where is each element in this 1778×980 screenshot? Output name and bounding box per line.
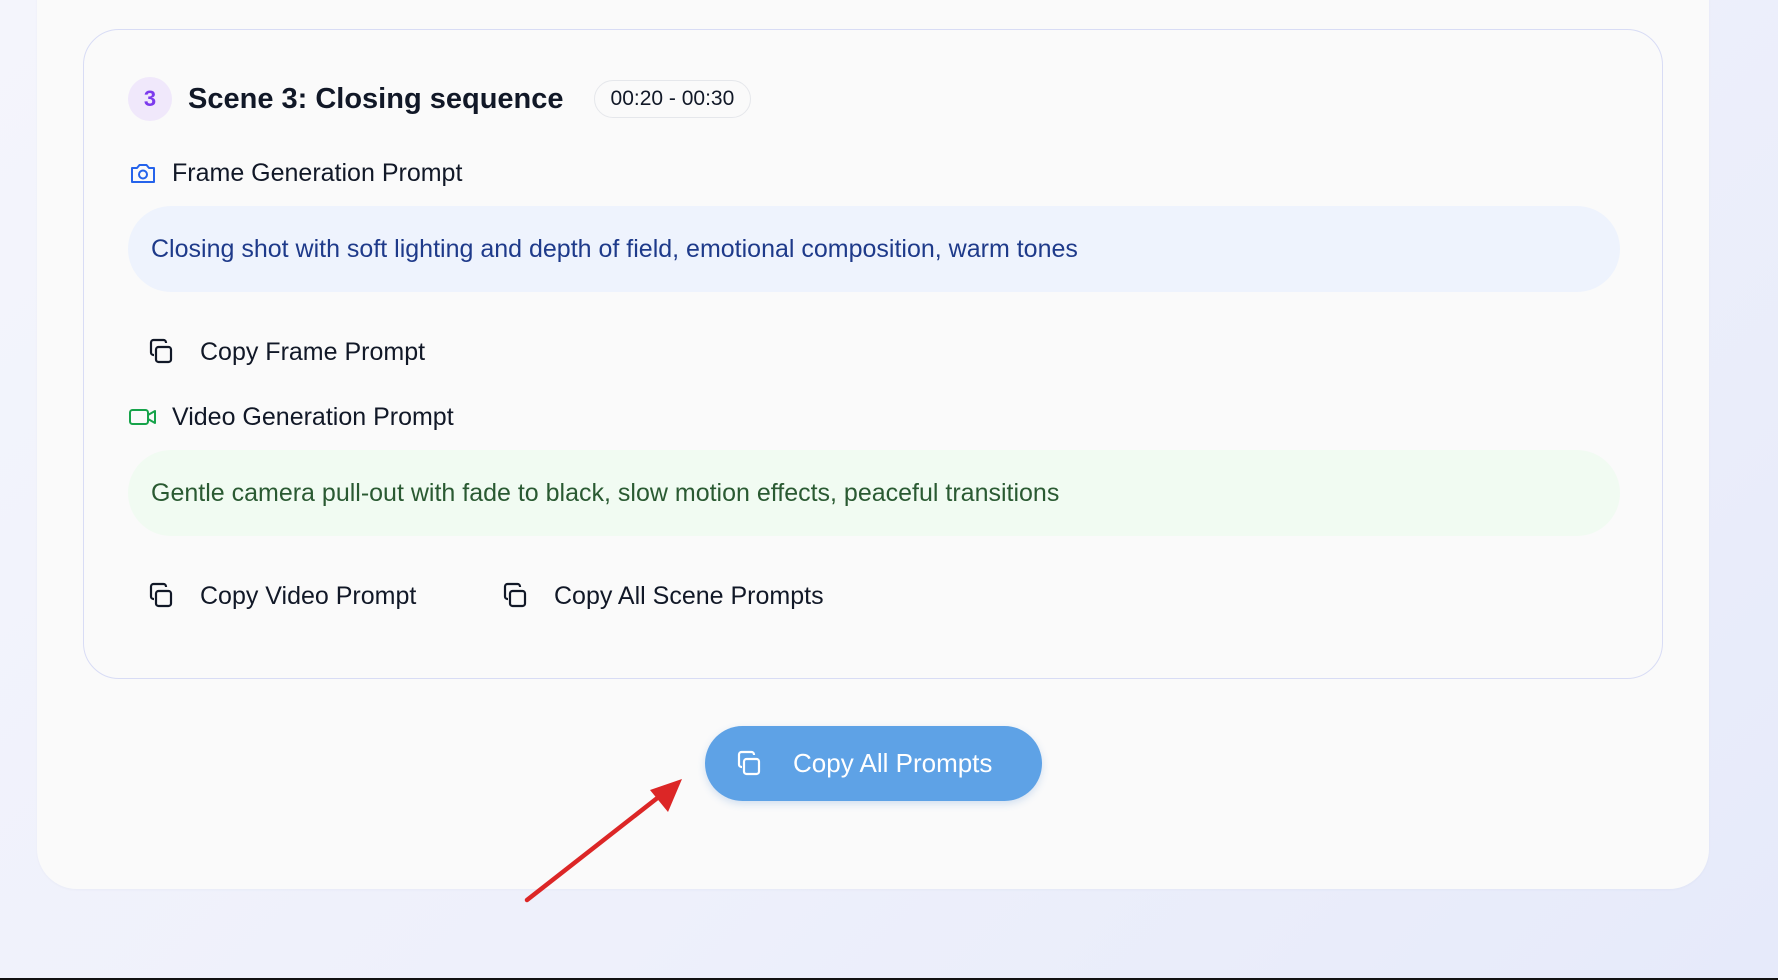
frame-prompt-heading: Frame Generation Prompt: [128, 158, 462, 188]
copy-video-prompt-button[interactable]: Copy Video Prompt: [144, 578, 416, 614]
scene-title: Scene 3: Closing sequence: [188, 82, 564, 115]
copy-all-scene-prompts-label: Copy All Scene Prompts: [554, 581, 824, 610]
scene-number-badge: 3: [128, 77, 172, 121]
annotation-arrow-icon: [524, 779, 682, 903]
frame-prompt-label: Frame Generation Prompt: [172, 158, 463, 187]
copy-icon: [732, 747, 766, 781]
copy-icon: [144, 579, 178, 613]
copy-icon: [144, 335, 178, 369]
copy-video-prompt-label: Copy Video Prompt: [200, 581, 417, 610]
scene-card: 3 Scene 3: Closing sequence 00:20 - 00:3…: [83, 29, 1663, 679]
video-prompt-label: Video Generation Prompt: [172, 402, 454, 431]
camera-icon: [128, 158, 158, 188]
scene-header: 3 Scene 3: Closing sequence 00:20 - 00:3…: [128, 76, 752, 122]
copy-frame-prompt-label: Copy Frame Prompt: [200, 337, 426, 366]
copy-frame-prompt-button[interactable]: Copy Frame Prompt: [144, 334, 425, 370]
copy-all-scene-prompts-button[interactable]: Copy All Scene Prompts: [498, 578, 824, 614]
copy-all-prompts-button[interactable]: Copy All Prompts: [705, 726, 1042, 801]
video-icon: [128, 402, 158, 432]
video-prompt-text: Gentle camera pull-out with fade to blac…: [128, 450, 1620, 536]
video-prompt-heading: Video Generation Prompt: [128, 402, 454, 432]
frame-prompt-text: Closing shot with soft lighting and dept…: [128, 206, 1620, 292]
time-range-badge: 00:20 - 00:30: [593, 80, 752, 118]
copy-icon: [498, 579, 532, 613]
copy-all-prompts-label: Copy All Prompts: [793, 748, 993, 778]
